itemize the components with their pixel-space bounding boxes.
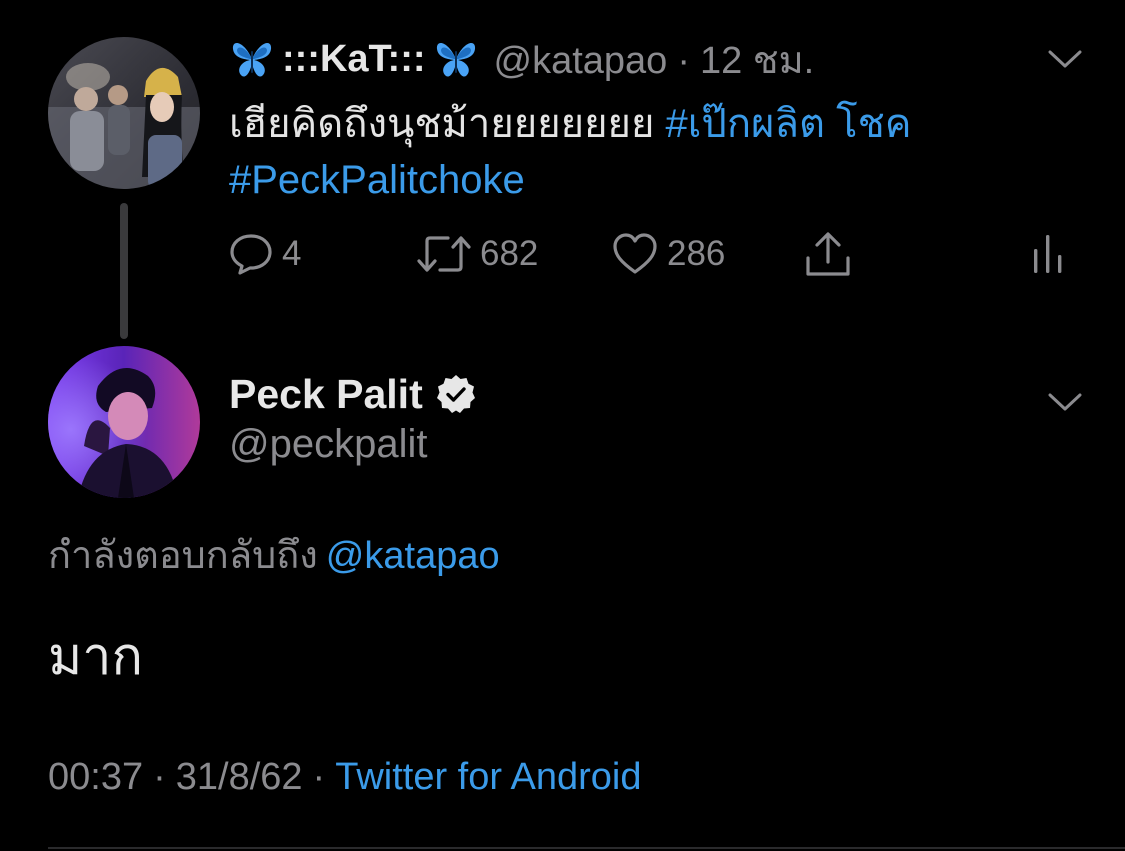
- butterfly-icon: [434, 39, 478, 79]
- separator-dot: ·: [153, 756, 166, 798]
- reply-handle[interactable]: @peckpalit: [229, 422, 427, 467]
- verified-badge-icon: [435, 373, 477, 415]
- parent-tweet-header: :::KaT::: @katapao · 12 ชม.: [230, 33, 814, 85]
- retweet-button[interactable]: 682: [416, 228, 538, 280]
- hashtag-link[interactable]: #PeckPalitchoke: [229, 158, 525, 202]
- chevron-down-icon[interactable]: [1048, 392, 1082, 412]
- share-button[interactable]: [802, 228, 854, 280]
- like-button[interactable]: 286: [611, 228, 725, 280]
- tweet-meta-line: 00:37 · 31/8/62 · Twitter for Android: [48, 756, 641, 799]
- like-count: 286: [667, 234, 726, 273]
- reply-button[interactable]: 4: [228, 228, 301, 280]
- separator-dot: ·: [312, 756, 326, 798]
- share-icon: [802, 230, 854, 278]
- parent-tweet-body: เฮียคิดถึงนุชม้ายยยยยยย: [229, 102, 655, 146]
- chevron-down-icon[interactable]: [1048, 49, 1082, 69]
- parent-handle[interactable]: @katapao: [494, 40, 668, 82]
- replying-to-mention[interactable]: @katapao: [326, 535, 500, 577]
- comment-icon: [228, 231, 274, 277]
- parent-timestamp[interactable]: 12 ชม.: [700, 40, 814, 82]
- analytics-button[interactable]: [1028, 228, 1068, 280]
- butterfly-icon: [230, 39, 274, 79]
- retweet-count: 682: [480, 234, 539, 273]
- replying-to-label: กำลังตอบกลับถึง: [48, 535, 318, 577]
- heart-icon: [611, 231, 659, 277]
- replying-to-line: กำลังตอบกลับถึง @katapao: [48, 524, 500, 585]
- separator-dot: ·: [677, 39, 690, 82]
- retweet-icon: [416, 231, 472, 277]
- tweet-action-bar: 4 682 286: [228, 228, 1068, 280]
- divider: [48, 847, 1125, 849]
- thread-connector-line: [120, 203, 128, 339]
- analytics-icon: [1028, 231, 1068, 277]
- avatar-peckpalit[interactable]: [48, 346, 200, 498]
- parent-tweet-text: เฮียคิดถึงนุชม้ายยยยยยย #เป๊กผลิต โชค #Pe…: [229, 96, 1089, 208]
- reply-display-name[interactable]: Peck Palit: [229, 371, 423, 418]
- hashtag-link[interactable]: #เป๊กผลิต โชค: [666, 102, 912, 146]
- tweet-date: 31/8/62: [175, 756, 303, 798]
- avatar-katapao[interactable]: [48, 37, 200, 189]
- parent-display-name[interactable]: :::KaT:::: [282, 38, 426, 81]
- tweet-time: 00:37: [48, 756, 144, 798]
- reply-tweet-text: มาก: [48, 628, 143, 686]
- tweet-source-link[interactable]: Twitter for Android: [335, 756, 641, 798]
- reply-tweet-header: Peck Palit: [229, 366, 477, 422]
- reply-count: 4: [282, 234, 302, 273]
